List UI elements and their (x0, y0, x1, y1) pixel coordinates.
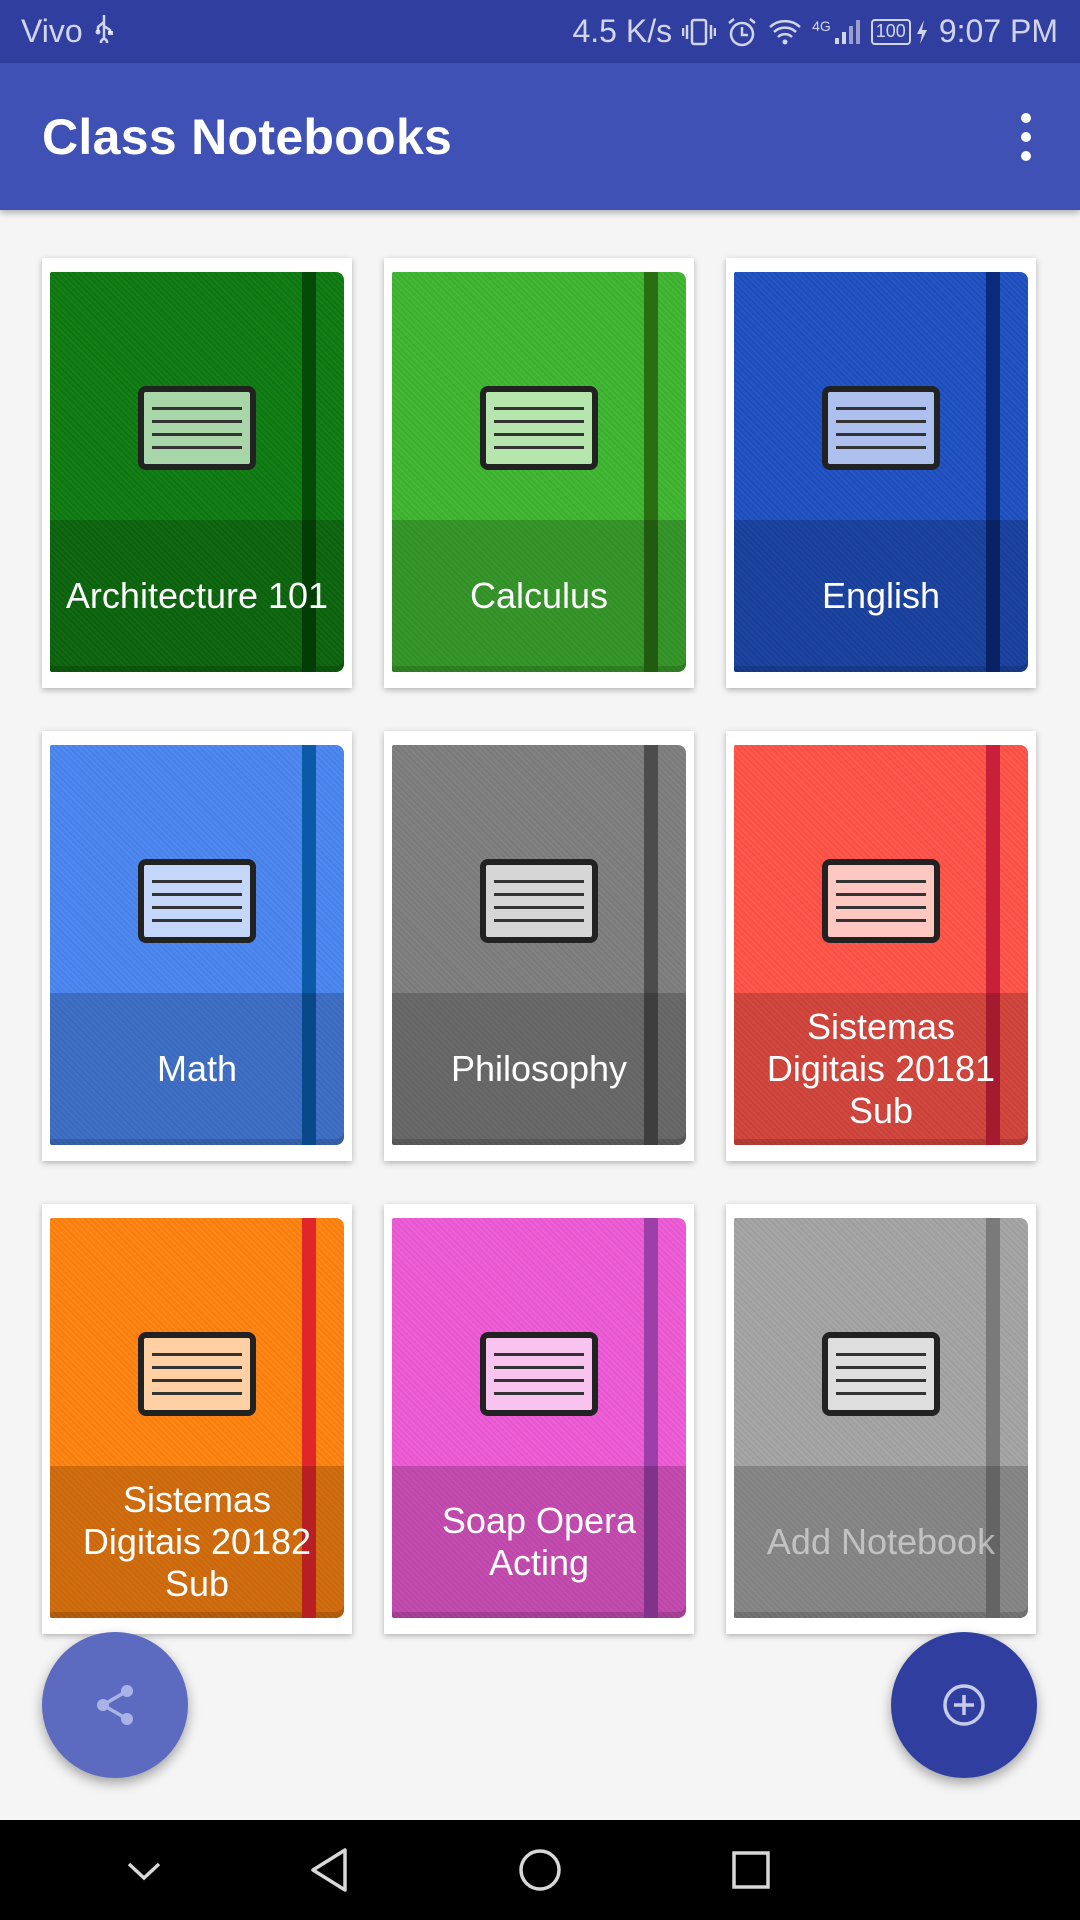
notebook-card[interactable]: Math (42, 731, 352, 1161)
status-right: 4.5 K/s 4G 100 9:07 PM (572, 13, 1058, 50)
notebook-label-plate-icon (822, 386, 940, 470)
notebook-cover: English (734, 272, 1028, 672)
signal-icon: 4G (812, 18, 861, 46)
overflow-menu-icon[interactable] (994, 97, 1058, 177)
notebook-card[interactable]: Architecture 101 (42, 258, 352, 688)
usb-icon (93, 13, 115, 51)
notebook-cover: Math (50, 745, 344, 1145)
notebook-cover: Architecture 101 (50, 272, 344, 672)
page-title: Class Notebooks (42, 108, 453, 165)
notebook-card[interactable]: Sistemas Digitais 20182 Sub (42, 1204, 352, 1634)
notebook-title: Math (156, 1048, 238, 1089)
clock: 9:07 PM (938, 13, 1058, 49)
recents-icon[interactable] (711, 1842, 791, 1898)
notebook-title: Philosophy (450, 1048, 628, 1089)
notebook-cover: Sistemas Digitais 20181 Sub (734, 745, 1028, 1145)
notebook-label-plate-icon (138, 859, 256, 943)
notebook-title: Architecture 101 (65, 575, 329, 616)
notebook-title: English (821, 575, 941, 616)
notebook-title-band: Calculus (392, 520, 686, 672)
notebook-title-band: Sistemas Digitais 20181 Sub (734, 993, 1028, 1145)
notebook-title: Soap Opera Acting (441, 1500, 637, 1583)
battery-icon: 100 (870, 18, 929, 45)
notebook-title: Sistemas Digitais 20181 Sub (766, 1006, 996, 1131)
add-circle-icon (940, 1681, 988, 1729)
notebook-cover: Add Notebook (734, 1218, 1028, 1618)
share-button[interactable] (42, 1632, 188, 1778)
home-icon[interactable] (500, 1842, 580, 1898)
notebook-cover: Sistemas Digitais 20182 Sub (50, 1218, 344, 1618)
notebook-cover: Calculus (392, 272, 686, 672)
notebook-title-band: English (734, 520, 1028, 672)
system-nav-bar (0, 1820, 1080, 1920)
network-type: 4G (812, 17, 831, 34)
notebook-title-band: Sistemas Digitais 20182 Sub (50, 1466, 344, 1618)
alarm-icon (726, 16, 758, 48)
notebook-title-band: Philosophy (392, 993, 686, 1145)
notebook-title-band: Soap Opera Acting (392, 1466, 686, 1618)
network-speed: 4.5 K/s (572, 13, 673, 49)
notebook-title-band: Math (50, 993, 344, 1145)
battery-level: 100 (870, 18, 911, 45)
notebook-grid: Architecture 101 Calculus English Math Philo… (0, 210, 1080, 1820)
notebook-label-plate-icon (138, 386, 256, 470)
notebook-cover: Philosophy (392, 745, 686, 1145)
add-notebook-fab[interactable] (891, 1632, 1037, 1778)
wifi-icon (768, 18, 802, 46)
notebook-title: Sistemas Digitais 20182 Sub (82, 1479, 312, 1604)
notebook-cover: Soap Opera Acting (392, 1218, 686, 1618)
collapse-icon[interactable] (104, 1842, 184, 1898)
vibrate-icon (682, 17, 717, 47)
status-left: Vivo (21, 13, 115, 51)
app-bar: Class Notebooks (0, 63, 1080, 210)
notebook-card[interactable]: Philosophy (384, 731, 694, 1161)
notebook-label-plate-icon (822, 859, 940, 943)
add-notebook-card[interactable]: Add Notebook (726, 1204, 1036, 1634)
notebook-card[interactable]: Calculus (384, 258, 694, 688)
notebook-title: Calculus (469, 575, 609, 616)
status-bar: Vivo 4.5 K/s 4G 100 9:07 PM (0, 0, 1080, 63)
back-icon[interactable] (290, 1842, 370, 1898)
notebook-title: Add Notebook (766, 1521, 996, 1562)
share-icon (90, 1680, 140, 1730)
notebook-label-plate-icon (480, 859, 598, 943)
notebook-title-band: Architecture 101 (50, 520, 344, 672)
notebook-card[interactable]: English (726, 258, 1036, 688)
notebook-card[interactable]: Soap Opera Acting (384, 1204, 694, 1634)
notebook-title-band: Add Notebook (734, 1466, 1028, 1618)
notebook-label-plate-icon (822, 1332, 940, 1416)
notebook-label-plate-icon (138, 1332, 256, 1416)
notebook-label-plate-icon (480, 386, 598, 470)
notebook-label-plate-icon (480, 1332, 598, 1416)
carrier-label: Vivo (21, 13, 83, 49)
notebook-card[interactable]: Sistemas Digitais 20181 Sub (726, 731, 1036, 1161)
